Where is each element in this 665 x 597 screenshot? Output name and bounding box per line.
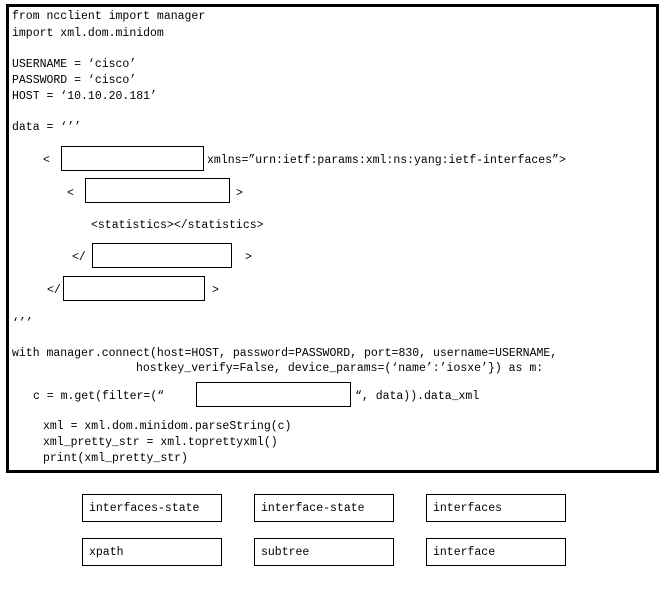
code-line: > — [212, 284, 219, 297]
blank-interface-state-open[interactable] — [61, 146, 204, 171]
blank-interface-close[interactable] — [92, 243, 232, 268]
code-line: ‘’’ — [12, 317, 33, 330]
code-line: HOST = ‘10.10.20.181’ — [12, 90, 157, 103]
code-line: </ — [47, 284, 61, 297]
code-line: data = ‘’’ — [12, 121, 82, 134]
answer-tile-interfaces[interactable]: interfaces — [426, 494, 566, 522]
blank-xpath[interactable] — [85, 178, 230, 203]
answer-tile-interfaces-state[interactable]: interfaces-state — [82, 494, 222, 522]
answer-tile-subtree[interactable]: subtree — [254, 538, 394, 566]
code-line: > — [236, 187, 243, 200]
answer-tile-interface[interactable]: interface — [426, 538, 566, 566]
blank-interface-state-close[interactable] — [63, 276, 205, 301]
code-line: <statistics></statistics> — [91, 219, 264, 232]
code-line: c = m.get(filter=(“ — [33, 390, 165, 403]
answer-tile-interface-state[interactable]: interface-state — [254, 494, 394, 522]
code-line: “, data)).data_xml — [355, 390, 480, 403]
blank-subtree-filter[interactable] — [196, 382, 351, 407]
code-line: > — [245, 251, 252, 264]
code-line: from ncclient import manager — [12, 10, 206, 23]
code-line: PASSWORD = ‘cisco’ — [12, 74, 137, 87]
code-line: xml = xml.dom.minidom.parseString(c) — [43, 420, 292, 433]
code-line: xmlns=”urn:ietf:params:xml:ns:yang:ietf-… — [207, 154, 566, 167]
code-line: USERNAME = ‘cisco’ — [12, 58, 137, 71]
code-line: with manager.connect(host=HOST, password… — [12, 347, 558, 360]
code-line: </ — [72, 251, 86, 264]
code-line: < — [43, 154, 50, 167]
code-line: < — [67, 187, 74, 200]
code-line: hostkey_verify=False, device_params=(‘na… — [136, 362, 544, 375]
code-line: import xml.dom.minidom — [12, 27, 164, 40]
code-line: print(xml_pretty_str) — [43, 452, 188, 465]
answer-tile-xpath[interactable]: xpath — [82, 538, 222, 566]
code-line: xml_pretty_str = xml.toprettyxml() — [43, 436, 278, 449]
